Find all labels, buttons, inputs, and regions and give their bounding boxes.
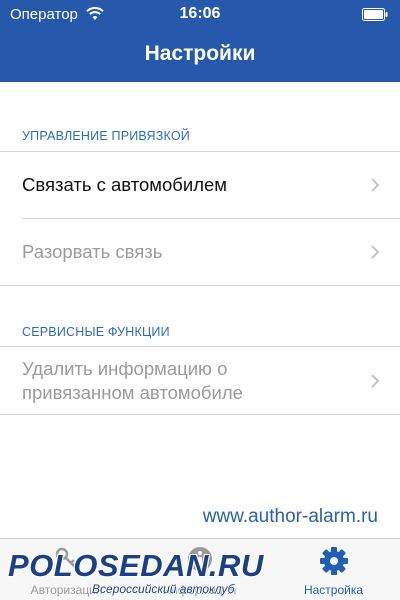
unlink-car-label: Разорвать связь — [22, 241, 163, 262]
chevron-right-icon — [371, 245, 380, 259]
watermark-subtext: Всероссийский автоклуб — [92, 582, 235, 596]
website-link[interactable]: www.author-alarm.ru — [203, 506, 378, 528]
tab-settings-label: Настройка — [303, 583, 364, 597]
chevron-right-icon — [371, 374, 380, 388]
status-bar: Оператор 16:06 — [0, 0, 400, 28]
delete-car-info-label-line2: привязанном автомобиле — [22, 382, 243, 403]
link-car-cell[interactable]: Связать с автомобилем — [0, 152, 400, 218]
link-car-label: Связать с автомобилем — [22, 174, 228, 195]
unlink-car-cell[interactable]: Разорвать связь — [0, 219, 400, 285]
gear-icon — [319, 547, 348, 575]
divider — [0, 414, 400, 415]
battery-icon — [362, 8, 388, 21]
nav-bar: Оператор 16:06 Настройки — [0, 0, 400, 82]
tab-settings[interactable]: Настройка — [267, 539, 400, 600]
page-title: Настройки — [144, 42, 256, 65]
section-header-binding: УПРАВЛЕНИЕ ПРИВЯЗКОЙ — [22, 129, 190, 143]
delete-car-info-label-line1: Удалить информацию о — [22, 358, 228, 379]
delete-car-info-cell[interactable]: Удалить информацию о привязанном автомоб… — [0, 347, 400, 414]
section-header-service: СЕРВИСНЫЕ ФУНКЦИИ — [22, 325, 170, 339]
chevron-right-icon — [371, 178, 380, 192]
divider — [0, 285, 400, 286]
status-time: 16:06 — [179, 5, 221, 22]
watermark-logo: POLOSEDAN.RU — [8, 548, 264, 583]
